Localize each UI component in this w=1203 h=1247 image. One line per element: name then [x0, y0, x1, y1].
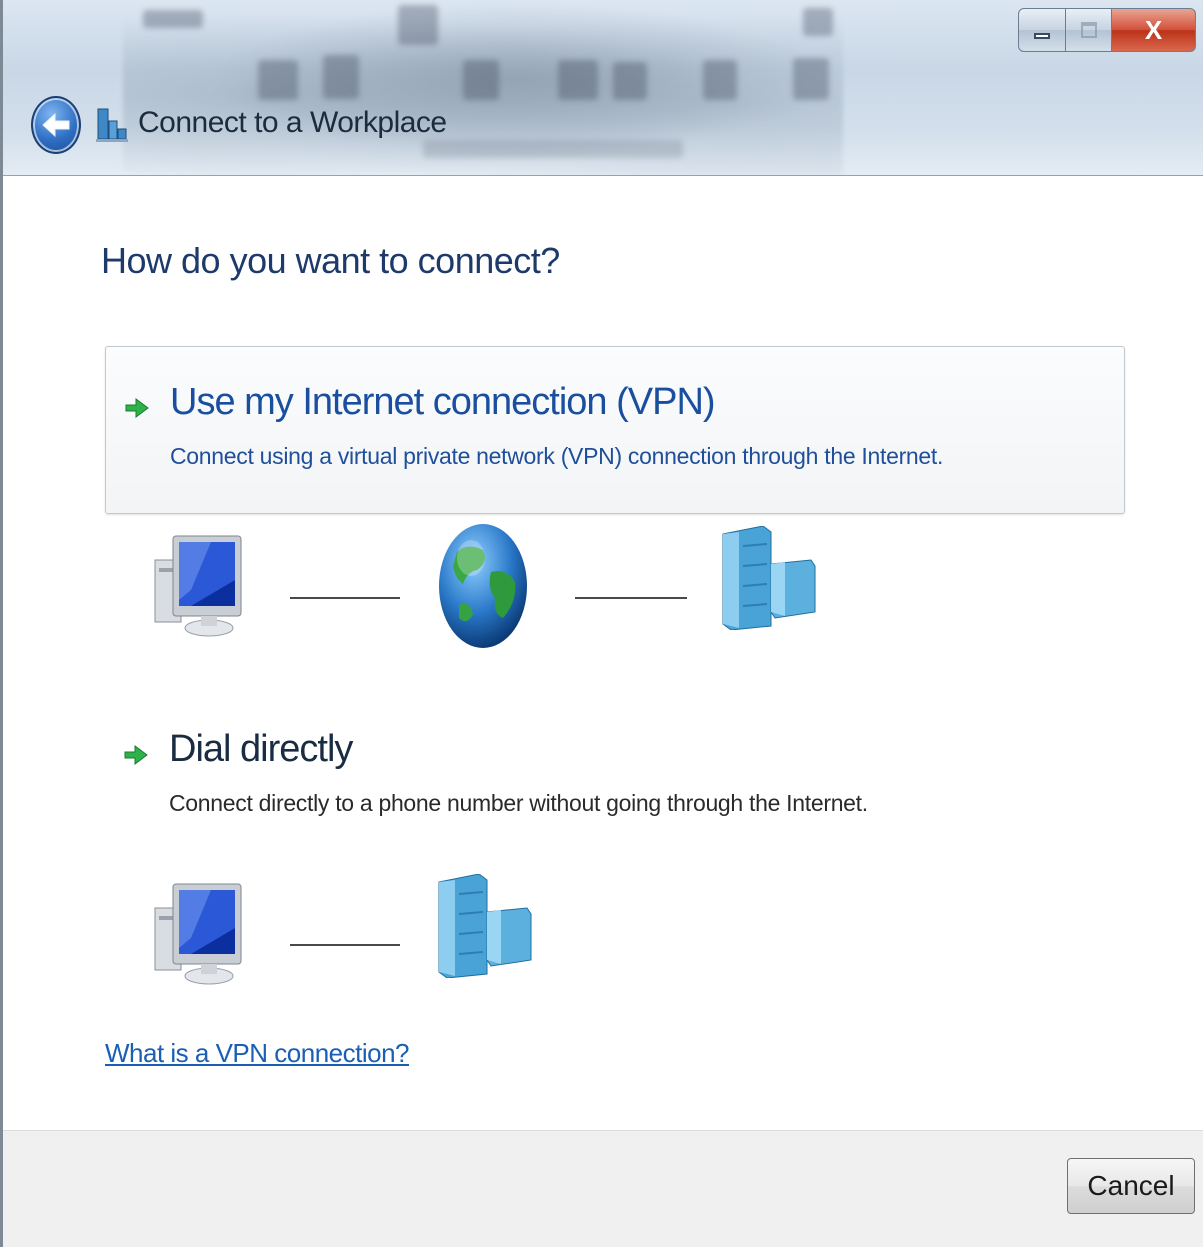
close-icon: X: [1144, 14, 1163, 45]
computer-icon: [154, 535, 242, 637]
option-dial-description: Connect directly to a phone number witho…: [169, 790, 868, 816]
title-bar[interactable]: Connect to a Workplace X: [3, 0, 1203, 176]
connector-line: [575, 597, 687, 599]
computer-icon: [154, 883, 242, 985]
minimize-icon: [1034, 33, 1050, 39]
connector-line: [290, 944, 400, 946]
vpn-help-link[interactable]: What is a VPN connection?: [105, 1038, 410, 1069]
connector-line: [290, 597, 400, 599]
window-controls: X: [1018, 8, 1196, 56]
option-dial-title: Dial directly: [169, 728, 353, 770]
back-button[interactable]: [31, 96, 81, 154]
cancel-button[interactable]: Cancel: [1067, 1158, 1195, 1214]
option-vpn-description: Connect using a virtual private network …: [170, 443, 944, 469]
option-dial-directly[interactable]: Dial directly Connect directly to a phon…: [105, 724, 1125, 834]
dialog-footer: [3, 1130, 1203, 1247]
connect-workplace-window: Connect to a Workplace X How do you want…: [0, 0, 1203, 1247]
window-title: Connect to a Workplace: [138, 106, 447, 139]
option-vpn[interactable]: Use my Internet connection (VPN) Connect…: [105, 346, 1125, 514]
minimize-button[interactable]: [1018, 8, 1066, 52]
green-arrow-icon: [124, 745, 148, 765]
page-heading: How do you want to connect?: [101, 240, 560, 281]
server-icon: [722, 526, 816, 630]
maximize-icon: [1080, 22, 1097, 38]
option-vpn-title: Use my Internet connection (VPN): [170, 381, 716, 423]
green-arrow-icon: [125, 398, 149, 418]
close-button[interactable]: X: [1112, 8, 1196, 52]
back-arrow-icon: [42, 112, 70, 138]
globe-icon: [439, 524, 527, 648]
network-app-icon: [96, 108, 128, 142]
server-icon: [438, 874, 532, 978]
maximize-button[interactable]: [1066, 8, 1112, 52]
